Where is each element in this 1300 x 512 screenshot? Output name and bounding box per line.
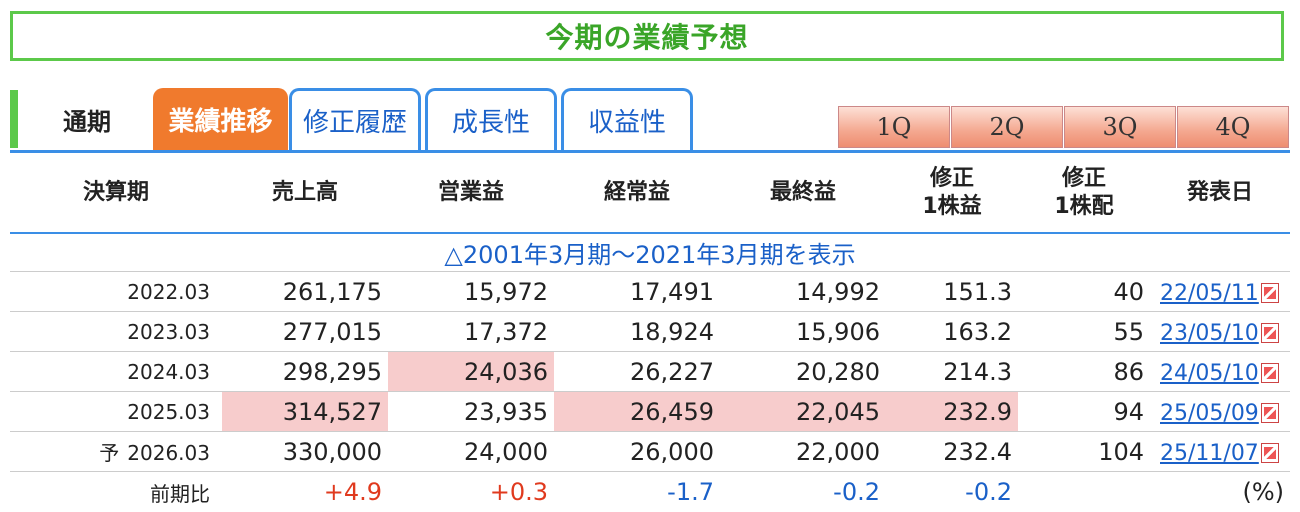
cell-sales: 330,000 — [222, 431, 388, 472]
yoy-ratio-row: 前期比 +4.9 +0.3 -1.7 -0.2 -0.2 (%) — [10, 472, 1290, 512]
tab-bar-accent — [10, 90, 18, 148]
cell-date: 23/05/10 — [1150, 311, 1290, 352]
cell-ordinary-profit: 26,459 — [554, 391, 720, 432]
cell-date: 24/05/10 — [1150, 351, 1290, 392]
quarter-3q-button[interactable]: 3Q — [1064, 106, 1176, 148]
announcement-date-link[interactable]: 25/11/07 — [1160, 441, 1259, 466]
ratio-net-profit: -0.2 — [833, 478, 880, 506]
cell-net-profit: 20,280 — [720, 351, 886, 392]
cell-sales: 298,295 — [222, 351, 388, 392]
cell-eps: 151.3 — [886, 271, 1018, 312]
cell-period: 2025.03 — [10, 391, 222, 432]
quarter-2q-button[interactable]: 2Q — [951, 106, 1063, 148]
header-period: 決算期 — [82, 179, 149, 205]
header-sales: 売上高 — [271, 179, 338, 205]
header-net-profit: 最終益 — [769, 179, 836, 205]
cell-date: 25/11/07 — [1150, 431, 1290, 472]
table-row: 2025.03 314,527 23,935 26,459 22,045 232… — [10, 391, 1290, 432]
ratio-ordinary-profit: -1.7 — [667, 478, 714, 506]
pdf-icon[interactable] — [1260, 362, 1279, 383]
pdf-icon[interactable] — [1260, 442, 1279, 463]
pdf-icon[interactable] — [1260, 402, 1279, 423]
table-header-row: 決算期 売上高 営業益 経常益 最終益 修正 1株益 修正 1株配 発表日 — [10, 153, 1290, 233]
cell-net-profit: 22,000 — [720, 431, 886, 472]
cell-eps: 214.3 — [886, 351, 1018, 392]
cell-date: 25/05/09 — [1150, 391, 1290, 432]
cell-dividend: 104 — [1018, 431, 1150, 472]
expand-row: △2001年3月期～2021年3月期を表示 — [10, 232, 1290, 272]
cell-dividend: 40 — [1018, 271, 1150, 312]
header-ordinary-profit: 経常益 — [603, 179, 670, 205]
cell-eps: 163.2 — [886, 311, 1018, 352]
cell-dividend: 55 — [1018, 311, 1150, 352]
cell-net-profit: 22,045 — [720, 391, 886, 432]
forecast-mark: 予 — [99, 441, 120, 465]
cell-eps: 232.4 — [886, 431, 1018, 472]
quarter-1q-button[interactable]: 1Q — [838, 106, 950, 148]
cell-ordinary-profit: 26,000 — [554, 431, 720, 472]
table-row: 2022.03 261,175 15,972 17,491 14,992 151… — [10, 271, 1290, 312]
header-operating-profit: 営業益 — [437, 179, 504, 205]
expand-history-link[interactable]: △2001年3月期～2021年3月期を表示 — [10, 232, 1290, 272]
tab-performance[interactable]: 業績推移 — [153, 88, 288, 150]
cell-sales: 277,015 — [222, 311, 388, 352]
cell-net-profit: 15,906 — [720, 311, 886, 352]
announcement-date-link[interactable]: 24/05/10 — [1160, 361, 1259, 386]
cell-ordinary-profit: 18,924 — [554, 311, 720, 352]
cell-date: 22/05/11 — [1150, 271, 1290, 312]
cell-operating-profit: 24,000 — [388, 431, 554, 472]
section-title-box: 今期の業績予想 — [10, 11, 1284, 61]
header-eps: 修正 1株益 — [922, 165, 982, 219]
header-dividend: 修正 1株配 — [1054, 165, 1114, 219]
announcement-date-link[interactable]: 22/05/11 — [1160, 281, 1259, 306]
cell-period: 2024.03 — [10, 351, 222, 392]
table-row: 予 2026.03 330,000 24,000 26,000 22,000 23… — [10, 431, 1290, 472]
cell-dividend: 86 — [1018, 351, 1150, 392]
cell-operating-profit: 24,036 — [388, 351, 554, 392]
cell-period: 2022.03 — [10, 271, 222, 312]
tab-revision-history[interactable]: 修正履歴 — [289, 88, 421, 150]
ratio-operating-profit: +0.3 — [489, 478, 548, 506]
cell-ordinary-profit: 26,227 — [554, 351, 720, 392]
tab-bar: 通期 業績推移 修正履歴 成長性 収益性 1Q 2Q 3Q 4Q — [10, 88, 1290, 150]
section-title: 今期の業績予想 — [545, 21, 749, 54]
cell-dividend: 94 — [1018, 391, 1150, 432]
tab-label-annual: 通期 — [63, 107, 111, 136]
cell-operating-profit: 15,972 — [388, 271, 554, 312]
table-row: 2024.03 298,295 24,036 26,227 20,280 214… — [10, 351, 1290, 392]
ratio-eps: -0.2 — [965, 478, 1012, 506]
cell-sales: 261,175 — [222, 271, 388, 312]
tab-growth[interactable]: 成長性 — [425, 88, 557, 150]
cell-ordinary-profit: 17,491 — [554, 271, 720, 312]
cell-operating-profit: 17,372 — [388, 311, 554, 352]
header-date: 発表日 — [1186, 179, 1253, 205]
cell-net-profit: 14,992 — [720, 271, 886, 312]
ratio-unit: (%) — [1242, 478, 1284, 506]
cell-period: 2023.03 — [10, 311, 222, 352]
ratio-dividend — [1018, 472, 1150, 512]
cell-eps: 232.9 — [886, 391, 1018, 432]
ratio-sales: +4.9 — [323, 478, 382, 506]
cell-operating-profit: 23,935 — [388, 391, 554, 432]
table-row: 2023.03 277,015 17,372 18,924 15,906 163… — [10, 311, 1290, 352]
tab-profitability[interactable]: 収益性 — [561, 88, 693, 150]
ratio-label: 前期比 — [150, 481, 210, 506]
pdf-icon[interactable] — [1260, 282, 1279, 303]
pdf-icon[interactable] — [1260, 322, 1279, 343]
performance-table: 決算期 売上高 営業益 経常益 最終益 修正 1株益 修正 1株配 発表日 △200… — [10, 153, 1290, 512]
cell-sales: 314,527 — [222, 391, 388, 432]
cell-period: 予 2026.03 — [10, 431, 222, 472]
announcement-date-link[interactable]: 23/05/10 — [1160, 321, 1259, 346]
quarter-4q-button[interactable]: 4Q — [1177, 106, 1289, 148]
announcement-date-link[interactable]: 25/05/09 — [1160, 401, 1259, 426]
